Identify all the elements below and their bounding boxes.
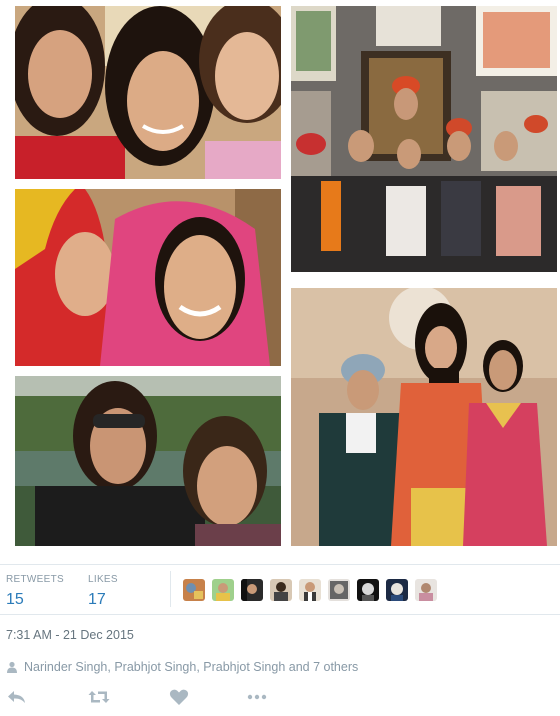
avatar[interactable] [270, 579, 292, 601]
divider-middle [0, 614, 560, 615]
photo-three-siblings-traditional[interactable] [291, 288, 557, 546]
avatar[interactable] [357, 579, 379, 601]
person-icon [7, 661, 17, 673]
photo-three-girls-selfie[interactable] [15, 6, 281, 179]
likes-stat[interactable]: LIKES 17 [88, 574, 118, 609]
avatar[interactable] [241, 579, 263, 601]
retweet-button[interactable] [88, 688, 110, 706]
avatar[interactable] [299, 579, 321, 601]
avatar[interactable] [415, 579, 437, 601]
avatar[interactable] [183, 579, 205, 601]
photo-collage[interactable] [0, 0, 560, 560]
reply-icon [8, 691, 25, 703]
like-heart-icon [169, 689, 189, 705]
liked-by-line[interactable]: Narinder Singh, Prabhjot Singh, Prabhjot… [6, 660, 358, 674]
like-button[interactable] [168, 688, 190, 706]
retweets-label: RETWEETS [6, 574, 64, 585]
tweet-actions [0, 686, 560, 708]
photo-two-girls-scarves[interactable] [15, 189, 281, 366]
liked-by-text: Narinder Singh, Prabhjot Singh, Prabhjot… [24, 660, 359, 674]
likes-label: LIKES [88, 574, 118, 585]
tweet-timestamp[interactable]: 7:31 AM - 21 Dec 2015 [6, 628, 134, 642]
reply-button[interactable] [6, 688, 28, 706]
avatar[interactable] [328, 579, 350, 601]
retweets-count: 15 [6, 591, 24, 608]
likes-count: 17 [88, 591, 106, 608]
photo-family-group[interactable] [291, 6, 557, 272]
retweets-stat[interactable]: RETWEETS 15 [6, 574, 64, 609]
photo-two-women-outdoors[interactable] [15, 376, 281, 546]
more-dots-icon [247, 694, 267, 700]
retweet-icon [88, 691, 110, 703]
stats-separator [170, 571, 171, 607]
more-button[interactable] [246, 688, 268, 706]
avatar[interactable] [212, 579, 234, 601]
avatar[interactable] [386, 579, 408, 601]
